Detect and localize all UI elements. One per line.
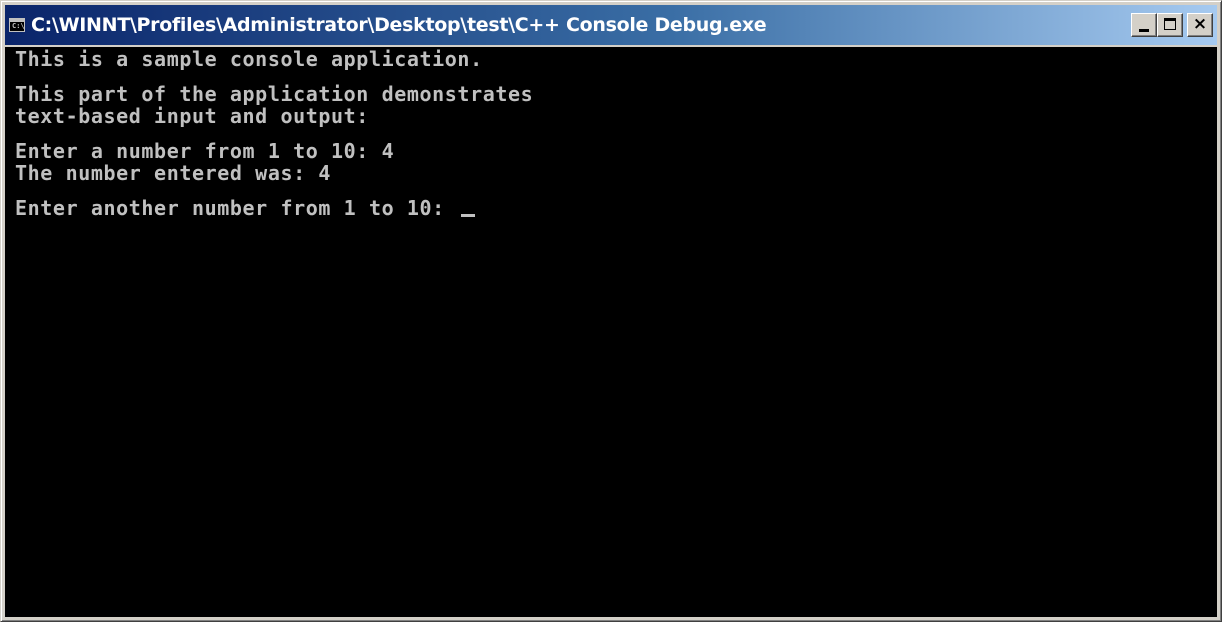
console-prompt-text: Enter another number from 1 to 10: (15, 196, 458, 220)
close-icon: × (1192, 14, 1208, 34)
console-line: The number entered was: 4 (15, 161, 332, 185)
minimize-button[interactable] (1131, 13, 1157, 37)
maximize-button[interactable] (1157, 13, 1183, 37)
console-output[interactable]: This is a sample console application. Th… (5, 47, 1217, 617)
console-app-icon-text: C:\ (12, 22, 25, 30)
close-button[interactable]: × (1187, 13, 1213, 37)
title-bar[interactable]: C:\ C:\WINNT\Profiles\Administrator\Desk… (5, 5, 1217, 45)
console-prompt-line[interactable]: Enter another number from 1 to 10: (15, 197, 1217, 219)
console-line: This part of the application demonstrate… (15, 82, 534, 106)
console-app-icon[interactable]: C:\ (9, 18, 25, 32)
maximize-icon (1164, 18, 1176, 30)
window-controls: × (1131, 13, 1213, 37)
text-cursor (461, 214, 476, 217)
console-line: Enter a number from 1 to 10: 4 (15, 139, 395, 163)
minimize-icon (1139, 29, 1149, 32)
console-line: This is a sample console application. (15, 47, 483, 71)
console-window: C:\ C:\WINNT\Profiles\Administrator\Desk… (0, 0, 1222, 622)
console-line: text-based input and output: (15, 104, 369, 128)
window-title: C:\WINNT\Profiles\Administrator\Desktop\… (31, 14, 767, 36)
